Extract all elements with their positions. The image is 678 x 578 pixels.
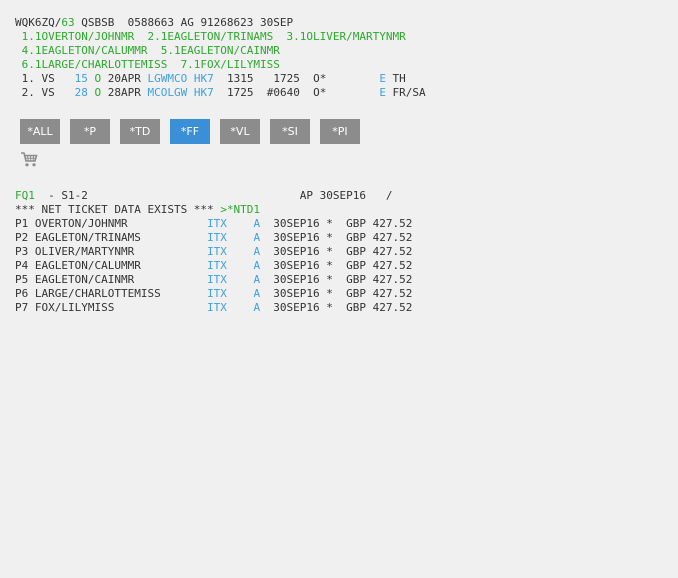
fare-passenger: P6 LARGE/CHARLOTTEMISS: [15, 287, 208, 300]
fare-type[interactable]: ITX: [207, 287, 227, 300]
segment-e-ticket-flag: E: [379, 72, 386, 85]
fare-row: P3 OLIVER/MARTYNMR ITX A 30SEP16 * GBP 4…: [15, 245, 412, 259]
segment-route[interactable]: MCOLGW: [147, 86, 187, 99]
fare-quote-header: FQ1 - S1-2 AP 30SEP16 /: [15, 189, 393, 203]
pnr-header-line: WQK6ZQ/63 QSBSB 0588663 AG 91268623 30SE…: [15, 16, 293, 30]
pnr-header-details: QSBSB 0588663 AG 91268623 30SEP: [74, 16, 294, 29]
segment-spacer: [187, 86, 194, 99]
fare-passenger: P2 EAGLETON/TRINAMS: [15, 231, 208, 244]
fare-spacer: [227, 259, 254, 272]
fare-spacer: [227, 245, 254, 258]
fare-type[interactable]: ITX: [207, 217, 227, 230]
passenger-names-row-1: 1.1OVERTON/JOHNMR 2.1EAGLETON/TRINAMS 3.…: [15, 30, 406, 43]
tab-ticket-data[interactable]: *TD: [120, 119, 160, 144]
segment-times: 1725 #0640 O*: [213, 86, 380, 99]
fare-type[interactable]: ITX: [207, 301, 227, 314]
fare-row: P6 LARGE/CHARLOTTEMISS ITX A 30SEP16 * G…: [15, 287, 412, 301]
fare-quote-details: - S1-2 AP 30SEP16 /: [34, 189, 393, 202]
segment-number: 2. VS: [15, 86, 75, 99]
fare-passenger: P5 EAGLETON/CAINMR: [15, 273, 208, 286]
segment-date: 20APR: [107, 72, 148, 85]
tab-passenger-info[interactable]: *PI: [320, 119, 360, 144]
fare-passenger: P4 EAGLETON/CALUMMR: [15, 259, 208, 272]
tab-all[interactable]: *ALL: [20, 119, 60, 144]
fare-type[interactable]: ITX: [207, 245, 227, 258]
segment-status[interactable]: HK7: [194, 72, 214, 85]
fare-row: P5 EAGLETON/CAINMR ITX A 30SEP16 * GBP 4…: [15, 273, 412, 287]
fare-amount: 30SEP16 * GBP 427.52: [260, 245, 413, 258]
segment-route[interactable]: LGWMCO: [147, 72, 187, 85]
fare-type[interactable]: ITX: [207, 259, 227, 272]
fare-row: P1 OVERTON/JOHNMR ITX A 30SEP16 * GBP 42…: [15, 217, 412, 231]
segment-class: O: [87, 72, 108, 85]
segment-number: 1. VS: [15, 72, 75, 85]
segment-e-ticket-flag: E: [379, 86, 386, 99]
fare-type[interactable]: ITX: [207, 273, 227, 286]
segment-class: O: [87, 86, 108, 99]
passenger-names-row-3: 6.1LARGE/CHARLOTTEMISS 7.1FOX/LILYMISS: [15, 58, 280, 71]
net-ticket-notice: *** NET TICKET DATA EXISTS *** >*NTD1: [15, 203, 260, 217]
tab-service-info[interactable]: *SI: [270, 119, 310, 144]
pnr-record-locator: WQK6ZQ/: [15, 16, 62, 29]
itinerary-segment-2: 2. VS 28 O 28APR MCOLGW HK7 1725 #0640 O…: [15, 86, 426, 100]
tab-passengers[interactable]: *P: [70, 119, 110, 144]
fare-spacer: [227, 231, 254, 244]
fare-spacer: [227, 217, 254, 230]
tab-vendor-locator[interactable]: *VL: [220, 119, 260, 144]
segment-date: 28APR: [107, 86, 148, 99]
fare-row: P7 FOX/LILYMISS ITX A 30SEP16 * GBP 427.…: [15, 301, 412, 315]
fare-passenger: P1 OVERTON/JOHNMR: [15, 217, 208, 230]
fare-spacer: [227, 273, 254, 286]
segment-flight-number[interactable]: 28: [75, 86, 88, 99]
fare-passenger: P3 OLIVER/MARTYNMR: [15, 245, 208, 258]
tab-fare-filed[interactable]: *FF: [170, 119, 210, 144]
fare-amount: 30SEP16 * GBP 427.52: [260, 301, 413, 314]
pnr-agent-number: 63: [61, 16, 75, 29]
net-ticket-text: *** NET TICKET DATA EXISTS ***: [15, 203, 221, 216]
fare-passenger: P7 FOX/LILYMISS: [15, 301, 208, 314]
segment-times: 1315 1725 O*: [213, 72, 380, 85]
passenger-names-row-2: 4.1EAGLETON/CALUMMR 5.1EAGLETON/CAINMR: [15, 44, 280, 57]
fare-amount: 30SEP16 * GBP 427.52: [260, 273, 413, 286]
segment-status[interactable]: HK7: [194, 86, 214, 99]
fare-row: P4 EAGLETON/CALUMMR ITX A 30SEP16 * GBP …: [15, 259, 412, 273]
net-ticket-link[interactable]: >*NTD1: [220, 203, 260, 216]
fare-amount: 30SEP16 * GBP 427.52: [260, 231, 413, 244]
segment-flight-number[interactable]: 15: [75, 72, 88, 85]
segment-spacer: [187, 72, 194, 85]
segment-days: TH: [385, 72, 406, 85]
itinerary-segment-1: 1. VS 15 O 20APR LGWMCO HK7 1315 1725 O*…: [15, 72, 406, 86]
fare-row: P2 EAGLETON/TRINAMS ITX A 30SEP16 * GBP …: [15, 231, 412, 245]
segment-days: FR/SA: [385, 86, 426, 99]
fare-spacer: [227, 301, 254, 314]
shopping-cart-icon[interactable]: [20, 151, 38, 168]
fare-spacer: [227, 287, 254, 300]
fare-amount: 30SEP16 * GBP 427.52: [260, 259, 413, 272]
fare-amount: 30SEP16 * GBP 427.52: [260, 217, 413, 230]
terminal-screen: WQK6ZQ/63 QSBSB 0588663 AG 91268623 30SE…: [0, 0, 678, 578]
fare-quote-code[interactable]: FQ1: [15, 189, 35, 202]
fare-type[interactable]: ITX: [207, 231, 227, 244]
fare-amount: 30SEP16 * GBP 427.52: [260, 287, 413, 300]
